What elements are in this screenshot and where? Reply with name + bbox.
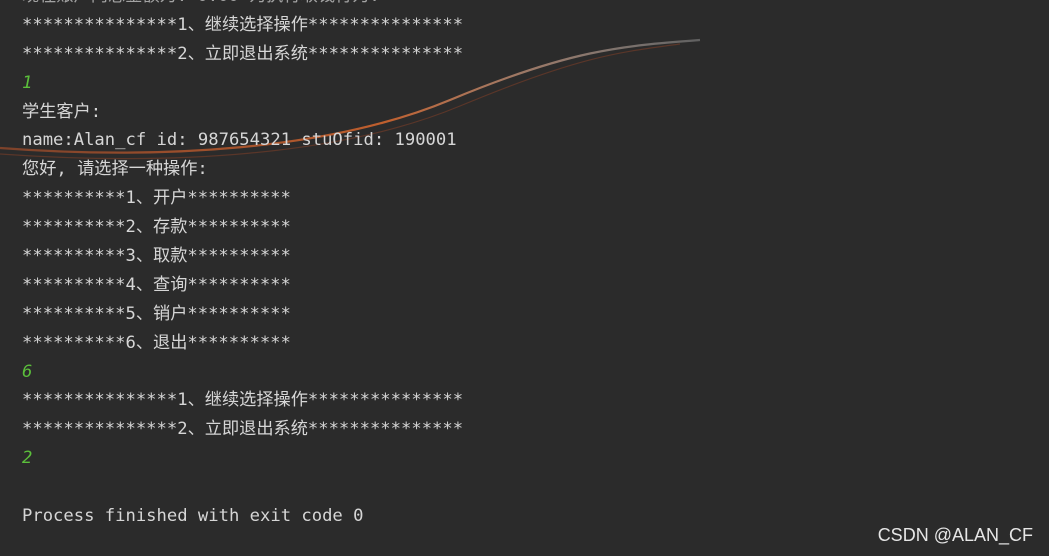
console-line: **********2、存款**********	[22, 217, 291, 238]
console-line: **********1、开户**********	[22, 188, 291, 209]
console-line: **********3、取款**********	[22, 246, 291, 267]
console-line: Process finished with exit code 0	[22, 506, 364, 527]
console-line: name:Alan_cf id: 987654321 stuOfid: 1900…	[22, 130, 457, 151]
console-line: 现在账户内总金额为: 0.00 为执行取钱行为.	[22, 0, 463, 11]
console-line: ***************1、继续选择操作***************	[22, 14, 464, 35]
console-line: **********4、查询**********	[22, 274, 291, 295]
watermark: CSDN @ALAN_CF	[877, 525, 1033, 545]
console-line: 学生客户:	[22, 101, 102, 122]
console-line: ***************2、立即退出系统***************	[22, 419, 464, 440]
console-line: ***************1、继续选择操作***************	[22, 390, 464, 411]
user-input-line: 2	[22, 448, 33, 469]
run-console[interactable]: 现在账户内总金额为: 0.00 为执行取钱行为. ***************1…	[0, 0, 1049, 556]
console-line: **********5、销户**********	[22, 303, 291, 324]
user-input-line: 1	[22, 72, 33, 93]
console-output: 现在账户内总金额为: 0.00 为执行取钱行为. ***************1…	[22, 0, 463, 531]
console-line: ***************2、立即退出系统***************	[22, 43, 464, 64]
console-line: **********6、退出**********	[22, 332, 291, 353]
console-line: 您好, 请选择一种操作:	[22, 159, 208, 180]
user-input-line: 6	[22, 361, 33, 382]
